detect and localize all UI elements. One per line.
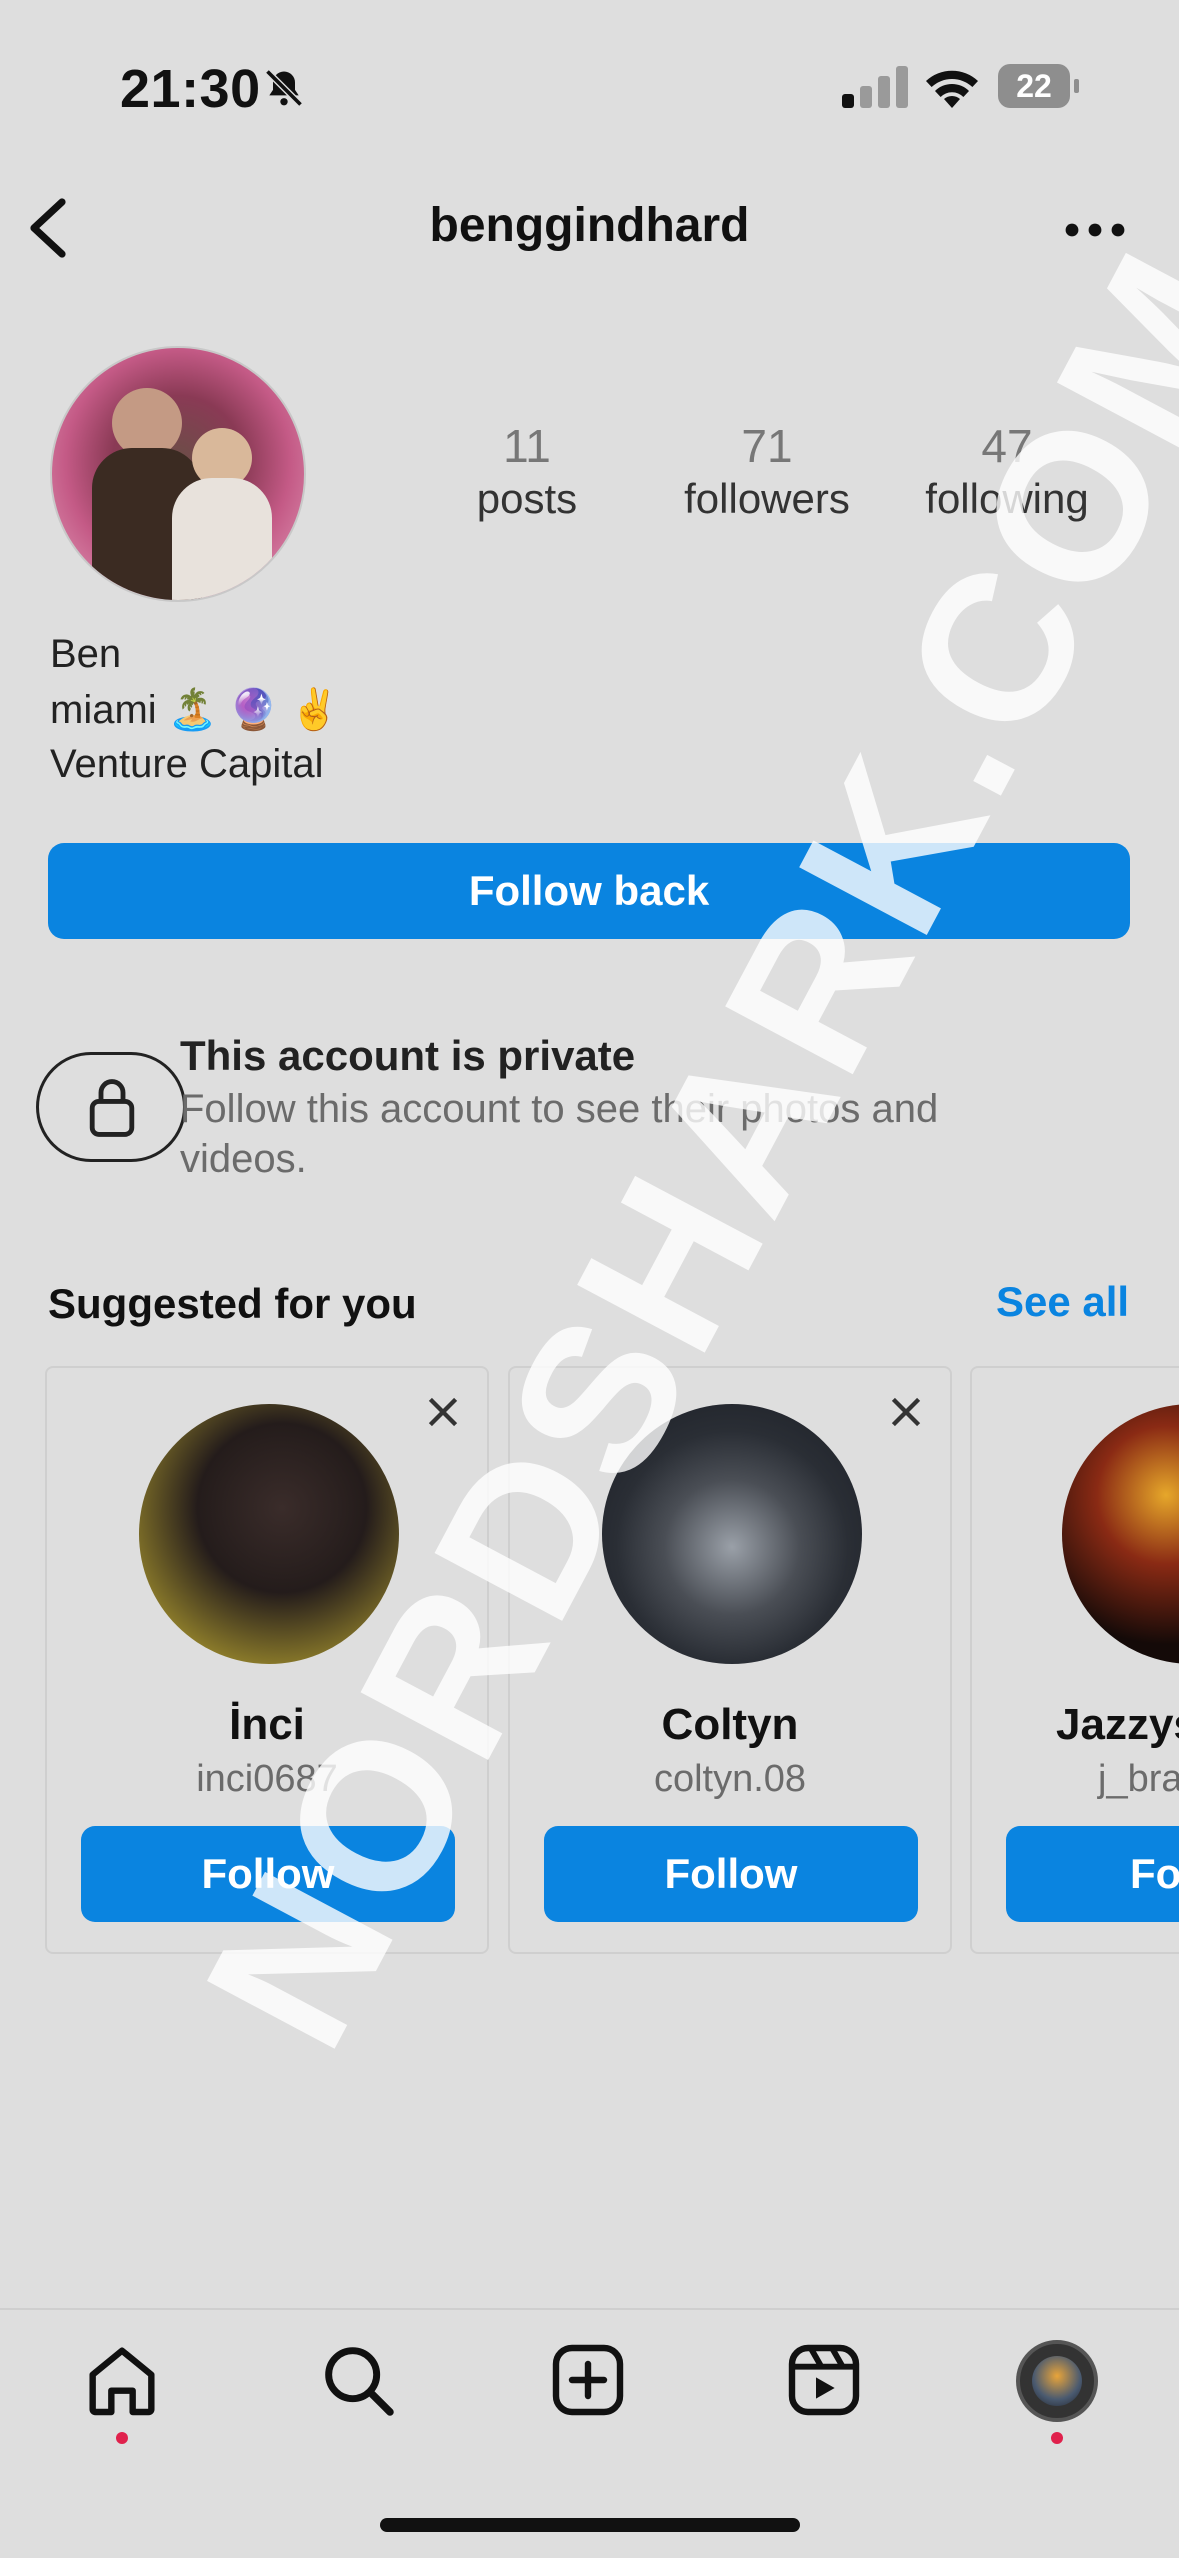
- follow-button[interactable]: Follow: [544, 1826, 918, 1922]
- suggested-name: Coltyn: [661, 1700, 799, 1749]
- suggested-name: İnci: [229, 1700, 305, 1749]
- create-icon[interactable]: [548, 2340, 628, 2420]
- suggested-card[interactable]: Jazzys j_bra Fo: [970, 1366, 1179, 1954]
- wifi-icon: [926, 70, 978, 108]
- battery-level: 22: [1016, 68, 1052, 104]
- follow-button[interactable]: Fo: [1006, 1826, 1179, 1922]
- suggested-handle: coltyn.08: [653, 1758, 807, 1800]
- private-account-description: Follow this account to see their photos …: [180, 1087, 939, 1181]
- bio-occupation: Venture Capital: [50, 742, 324, 786]
- bio-name: Ben: [50, 632, 122, 676]
- following-count: 47: [981, 420, 1033, 472]
- status-time: 21:30: [120, 59, 261, 119]
- lock-icon: [36, 1052, 186, 1162]
- suggested-handle: inci0687: [196, 1758, 338, 1800]
- more-icon[interactable]: [1060, 212, 1130, 248]
- profile-username: benggindhard: [429, 199, 750, 252]
- close-icon[interactable]: [888, 1394, 924, 1430]
- stat-posts[interactable]: 11 posts: [417, 418, 637, 524]
- stat-following[interactable]: 47 following: [897, 418, 1117, 524]
- posts-label: posts: [476, 475, 578, 522]
- close-icon[interactable]: [425, 1394, 461, 1430]
- suggested-card[interactable]: İnci inci0687 Follow: [45, 1366, 489, 1954]
- private-account-title: This account is private: [180, 1032, 636, 1079]
- profile-avatar-icon[interactable]: [1016, 2340, 1098, 2422]
- bell-slash-icon: [265, 69, 303, 107]
- following-label: following: [925, 475, 1089, 522]
- posts-count: 11: [503, 420, 551, 472]
- followers-label: followers: [684, 475, 850, 522]
- home-indicator: [380, 2518, 800, 2532]
- see-all-link[interactable]: See all: [996, 1278, 1129, 1326]
- home-notification-dot: [116, 2432, 128, 2444]
- stat-followers[interactable]: 71 followers: [657, 418, 877, 524]
- suggested-title: Suggested for you: [48, 1280, 417, 1327]
- signal-icon: [842, 66, 908, 108]
- profile-avatar[interactable]: [50, 346, 306, 602]
- follow-button[interactable]: Follow: [81, 1826, 455, 1922]
- followers-count: 71: [741, 420, 793, 472]
- bio-location: miami 🏝️ 🔮 ✌️: [50, 688, 340, 732]
- suggested-card[interactable]: Coltyn coltyn.08 Follow: [508, 1366, 952, 1954]
- suggested-name: Jazzys: [1056, 1700, 1179, 1749]
- profile-notification-dot: [1051, 2432, 1063, 2444]
- search-icon[interactable]: [318, 2340, 398, 2420]
- follow-back-button[interactable]: Follow back: [48, 843, 1130, 939]
- suggested-avatar[interactable]: [139, 1404, 399, 1664]
- suggested-avatar[interactable]: [602, 1404, 862, 1664]
- suggested-handle: j_bra: [1098, 1758, 1179, 1800]
- suggested-avatar[interactable]: [1062, 1404, 1179, 1664]
- home-icon[interactable]: [82, 2340, 162, 2420]
- battery-icon: 22: [998, 64, 1080, 108]
- reels-icon[interactable]: [784, 2340, 864, 2420]
